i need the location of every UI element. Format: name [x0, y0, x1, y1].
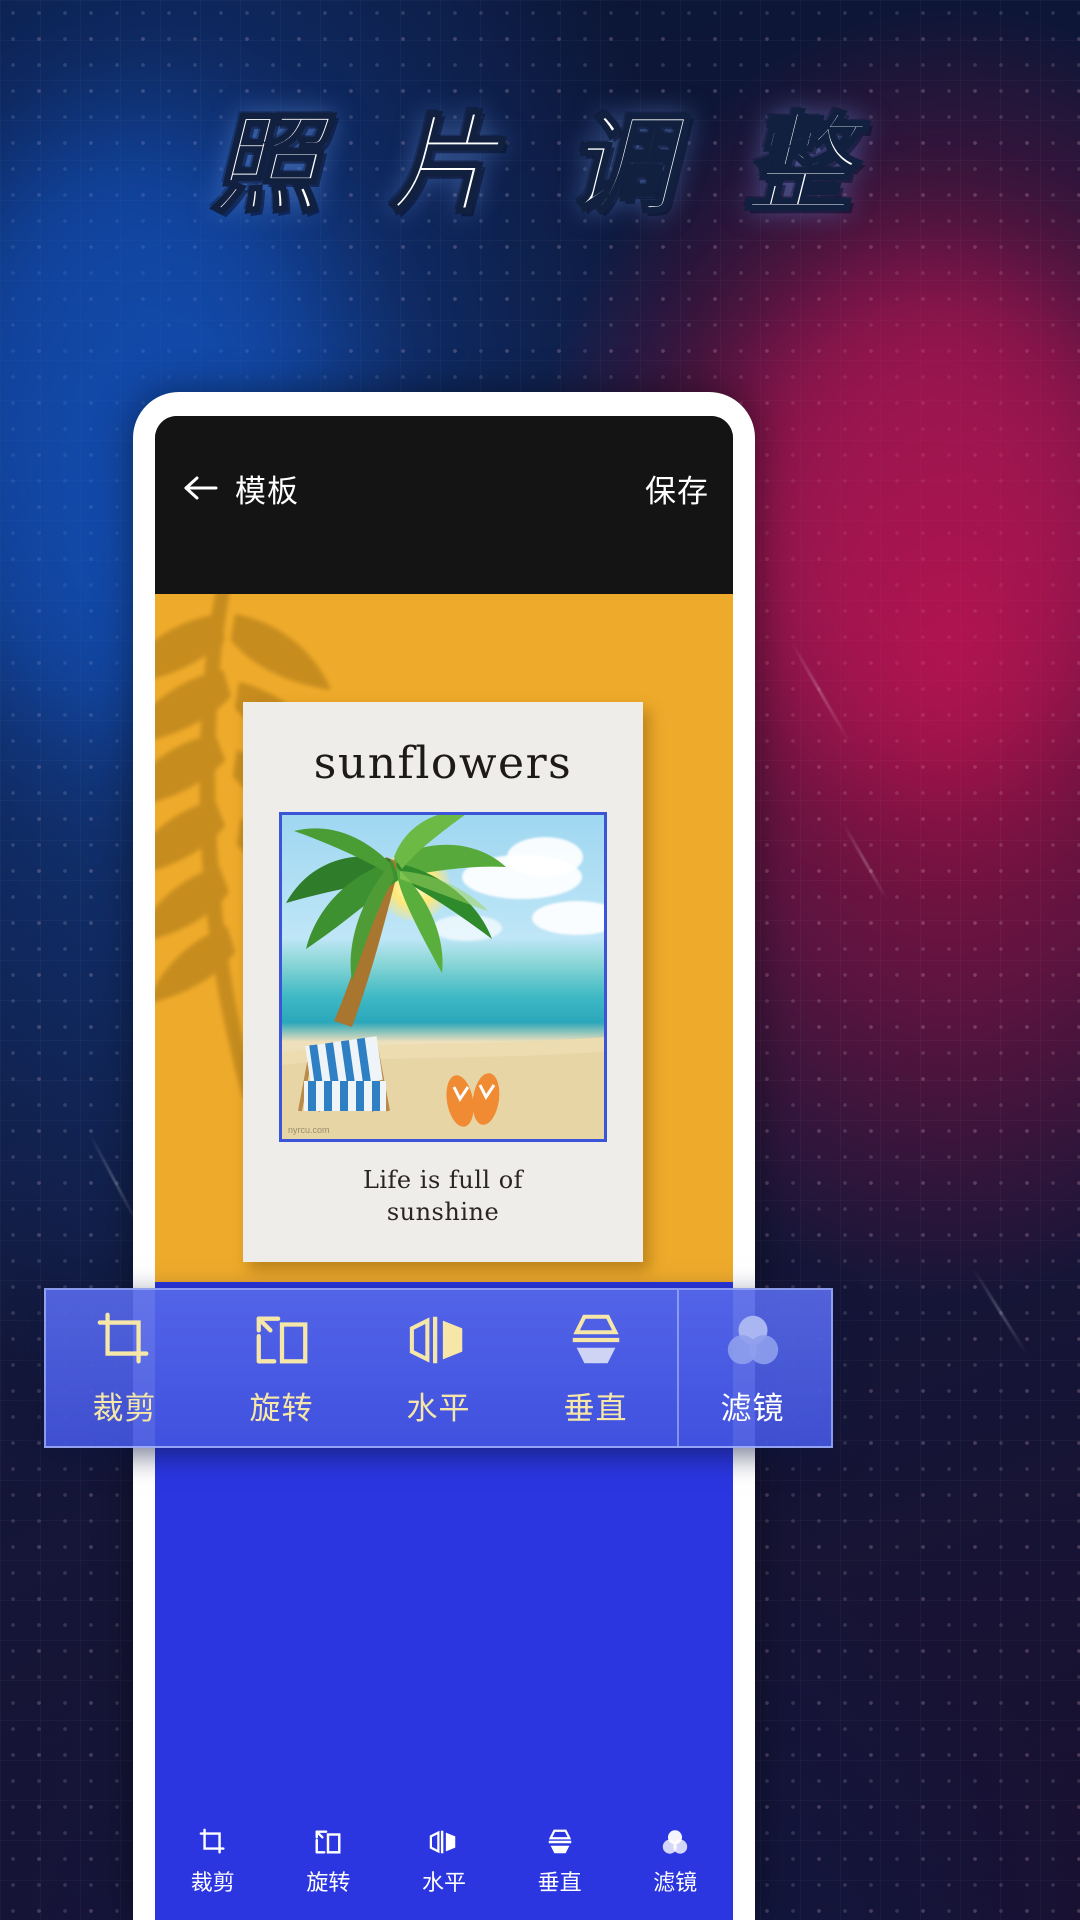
rotate-icon: [315, 1830, 341, 1854]
callout-item-filter[interactable]: 滤镜: [674, 1309, 831, 1428]
flip-horizontal-icon: [409, 1316, 462, 1363]
toolbar-item-flip-horizontal[interactable]: 水平: [386, 1804, 502, 1920]
editor-canvas[interactable]: sunflowers nyrcu.com Life is full of sun…: [155, 594, 733, 1282]
poster-artwork[interactable]: sunflowers nyrcu.com Life is full of sun…: [243, 702, 643, 1262]
toolbar-item-rotate[interactable]: 旋转: [271, 1804, 387, 1920]
callout-label: 水平: [406, 1390, 471, 1426]
poster-title: sunflowers: [313, 738, 573, 789]
crop-icon: [199, 1828, 225, 1854]
callout-label: 滤镜: [720, 1390, 785, 1426]
page-title-label: 模板: [235, 473, 299, 509]
callout-item-flip-horizontal[interactable]: 水平: [360, 1309, 517, 1428]
poster-subtitle-line1: Life is full of: [362, 1166, 524, 1194]
callout-label: 裁剪: [92, 1390, 157, 1426]
filter-circles-icon: [662, 1830, 688, 1854]
toolbar-label: 水平: [421, 1870, 466, 1895]
toolbar-item-filter[interactable]: 滤镜: [617, 1804, 733, 1920]
toolbar-item-crop[interactable]: 裁剪: [155, 1804, 271, 1920]
poster-subtitle-line2: sunshine: [386, 1198, 500, 1227]
toolbar-label: 垂直: [537, 1870, 582, 1895]
flip-horizontal-icon: [429, 1830, 456, 1854]
crop-icon: [97, 1312, 148, 1363]
callout-divider: [677, 1290, 679, 1446]
app-bar: 模板 保存: [155, 416, 733, 594]
palm-tree-illustration: [282, 815, 604, 1139]
callout-item-crop[interactable]: 裁剪: [46, 1309, 203, 1428]
edit-toolbar-callout: 裁剪 旋转 水平 垂直 滤镜: [44, 1288, 833, 1448]
flip-vertical-icon: [572, 1314, 619, 1363]
rotate-icon: [256, 1316, 307, 1363]
save-button[interactable]: 保存: [645, 466, 709, 511]
callout-label: 旋转: [249, 1390, 314, 1426]
toolbar-item-flip-vertical[interactable]: 垂直: [502, 1804, 618, 1920]
toolbar-label: 滤镜: [653, 1870, 698, 1895]
callout-item-rotate[interactable]: 旋转: [203, 1309, 360, 1428]
phone-mockup: 模板 保存 sunflowers nyrcu.com Life is full …: [133, 392, 755, 1920]
flip-vertical-icon: [548, 1829, 571, 1854]
photo-watermark: nyrcu.com: [288, 1125, 330, 1135]
page-title: 照 片 调 整: [210, 101, 869, 230]
arrow-left-icon[interactable]: [179, 466, 223, 510]
edit-toolbar: 裁剪 旋转 水平 垂直 滤镜: [155, 1804, 733, 1920]
phone-screen: 模板 保存 sunflowers nyrcu.com Life is full …: [155, 416, 733, 1920]
poster-subtitle: Life is full of sunshine: [243, 1164, 643, 1229]
filter-circles-icon: [727, 1315, 778, 1364]
toolbar-label: 裁剪: [190, 1870, 235, 1895]
callout-label: 垂直: [563, 1390, 628, 1426]
poster-photo[interactable]: nyrcu.com: [279, 812, 607, 1142]
toolbar-label: 旋转: [306, 1870, 351, 1895]
callout-item-flip-vertical[interactable]: 垂直: [517, 1309, 674, 1428]
promo-graphic: 照 片 调 整 模板 保存 sunflowers nyrcu.com Life …: [0, 0, 1080, 1920]
